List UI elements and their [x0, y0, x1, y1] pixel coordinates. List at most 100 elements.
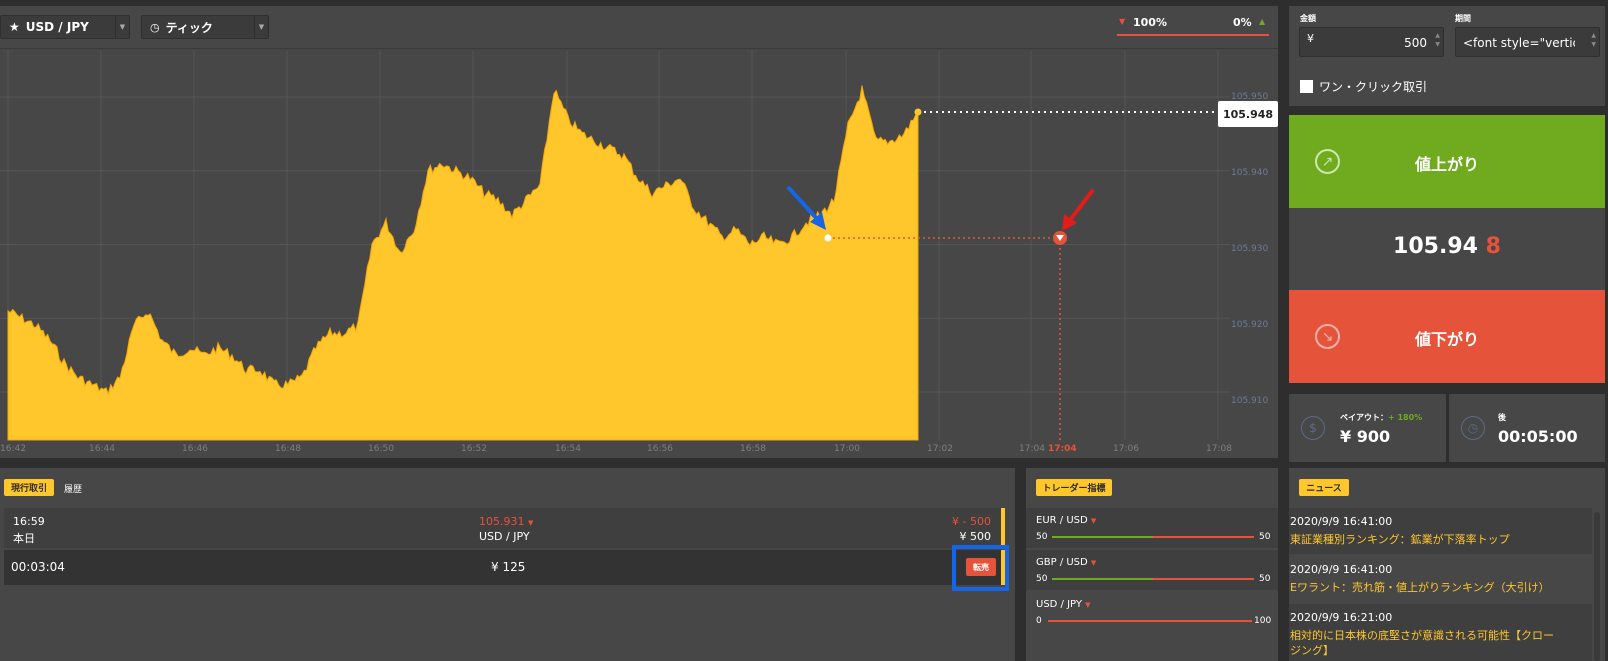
news-headline[interactable]: 相対的に日本株の底堅さが意識される可能性【クロージング】: [1290, 628, 1560, 658]
payout-box: $ ペイアウト：+ 180% ¥ 900: [1289, 394, 1446, 462]
countdown-value: 00:05:00: [1498, 427, 1578, 446]
price-chart: [0, 50, 1230, 441]
up-button[interactable]: ↗ 値上がり: [1289, 115, 1605, 208]
y-tick-label: 105.910: [1231, 396, 1269, 406]
news-scrollbar[interactable]: [1594, 512, 1600, 661]
down-button-label: 値下がり: [1414, 330, 1479, 349]
period-value: <font style="vertic: [1463, 36, 1575, 50]
tab-history[interactable]: 履歴: [64, 482, 82, 495]
trade-pair: USD / JPY: [479, 530, 530, 543]
trade-entry-price: 105.931 ▼: [479, 515, 534, 528]
news-item[interactable]: 2020/9/9 16:41:00 東証業種別ランキング：鉱業が下落率トップ: [1290, 515, 1560, 547]
toolbar-divider: [0, 48, 1278, 49]
news-title: ニュース: [1299, 479, 1349, 496]
price-main: 105.94: [1393, 234, 1478, 259]
indicator-left: 50: [1036, 532, 1048, 542]
y-tick-label: 105.940: [1231, 168, 1269, 178]
chevron-down-icon: ▼: [115, 16, 129, 38]
indicator-row: USD / JPY ▼ 0 100: [1026, 592, 1278, 632]
x-tick-label: 16:56: [647, 444, 673, 454]
indicator-bar-down: [1153, 536, 1254, 538]
entry-dot: [824, 234, 832, 242]
indicators-title: トレーダー指標: [1036, 479, 1112, 496]
period-label: 期間: [1455, 14, 1471, 23]
news-item[interactable]: 2020/9/9 16:21:00 相対的に日本株の底堅さが意識される可能性【ク…: [1290, 611, 1560, 658]
indicator-right: 50: [1259, 574, 1271, 584]
clock-icon: ◷: [150, 20, 160, 34]
up-arrow-icon: ▲: [1259, 17, 1266, 26]
x-tick-label: 16:54: [555, 444, 581, 454]
indicator-bar-down: [1153, 578, 1254, 580]
current-price-dot: [914, 108, 922, 116]
chart-mode-selector[interactable]: ◷ ティック ▼: [141, 15, 269, 39]
amount-input[interactable]: ¥ 500 ▲ ▼: [1299, 27, 1444, 57]
news-date: 2020/9/9 16:21:00: [1290, 611, 1393, 624]
x-tick-label: 16:58: [740, 444, 766, 454]
amount-label: 金額: [1300, 14, 1316, 23]
sentiment-bar: ▼ 100% 0% ▲: [1117, 14, 1269, 36]
x-tick-expiry: 17:04: [1048, 444, 1077, 454]
x-tick-label: 16:48: [275, 444, 301, 454]
stepper-icon[interactable]: ▲ ▼: [1591, 31, 1596, 49]
coin-icon: $: [1301, 416, 1325, 440]
x-tick-label: 16:46: [182, 444, 208, 454]
tab-current-trades[interactable]: 現行取引: [4, 479, 54, 496]
current-price-value: 105.948: [1222, 107, 1274, 121]
indicator-bar-up: [1052, 578, 1153, 580]
x-tick-label: 16:44: [89, 444, 115, 454]
resale-button[interactable]: 転売: [966, 558, 996, 576]
after-label: 後: [1498, 413, 1506, 422]
x-tick-label: 16:50: [368, 444, 394, 454]
news-date: 2020/9/9 16:41:00: [1290, 515, 1393, 528]
indicator-bar-down: [1048, 620, 1252, 622]
indicator-bar-up: [1052, 536, 1153, 538]
down-arrow-icon: ▼: [1119, 17, 1126, 26]
down-button[interactable]: ↘ 値下がり: [1289, 290, 1605, 383]
one-click-label: ワン・クリック取引: [1319, 80, 1428, 94]
trade-row: 16:59 本日 105.931 ▼ USD / JPY ¥ - 500 ¥ 5…: [4, 508, 1005, 548]
amount-value: 500: [1404, 36, 1427, 50]
news-date: 2020/9/9 16:41:00: [1290, 563, 1393, 576]
price-display: 105.94 8: [1289, 234, 1605, 259]
x-tick-label: 17:06: [1113, 444, 1139, 454]
price-area: [7, 85, 919, 441]
one-click-trade-toggle[interactable]: ワン・クリック取引: [1300, 78, 1427, 95]
news-item[interactable]: 2020/9/9 16:41:00 Eワラント：売れ筋・値上がりランキング（大引…: [1290, 563, 1560, 595]
stepper-icon[interactable]: ▲ ▼: [1435, 31, 1440, 49]
current-price-label: 105.948: [1218, 101, 1278, 127]
trade-resale-value: ¥ 125: [491, 560, 526, 574]
indicator-pair: EUR / USD ▼: [1036, 515, 1097, 526]
chevron-down-icon: ▼: [254, 16, 268, 38]
indicator-left: 0: [1036, 616, 1042, 626]
x-tick-label: 17:08: [1206, 444, 1232, 454]
up-percent: 0%: [1233, 16, 1252, 29]
down-percent: 100%: [1133, 16, 1167, 29]
news-headline[interactable]: Eワラント：売れ筋・値上がりランキング（大引け）: [1290, 580, 1560, 595]
up-button-label: 値上がり: [1414, 155, 1479, 174]
price-last-digit: 8: [1485, 234, 1501, 259]
currency-symbol: ¥: [1307, 32, 1314, 45]
trade-remaining: 00:03:04: [11, 560, 65, 574]
news-headline[interactable]: 東証業種別ランキング：鉱業が下落率トップ: [1290, 532, 1560, 547]
pair-selector[interactable]: ★ USD / JPY ▼: [0, 15, 130, 39]
payout-label: ペイアウト：+ 180%: [1340, 413, 1423, 422]
period-select[interactable]: <font style="vertic ▲ ▼: [1455, 27, 1600, 57]
pair-label: USD / JPY: [25, 20, 89, 34]
trade-row-resale: 00:03:04 ¥ 125: [4, 550, 1005, 585]
price-display-panel: 105.94 8: [1289, 208, 1605, 290]
x-tick-label: 16:42: [0, 444, 26, 454]
chart-mode-label: ティック: [165, 20, 213, 35]
one-click-checkbox[interactable]: [1300, 80, 1313, 93]
clock-icon: ◷: [1461, 416, 1485, 440]
x-tick-label: 17:00: [834, 444, 860, 454]
x-tick-label: 17:02: [927, 444, 953, 454]
payout-value: ¥ 900: [1340, 427, 1391, 446]
indicator-pair: USD / JPY ▼: [1036, 599, 1091, 610]
countdown-box: ◷ 後 00:05:00: [1449, 394, 1605, 462]
indicator-row: EUR / USD ▼ 50 50: [1026, 508, 1278, 548]
indicator-row: GBP / USD ▼ 50 50: [1026, 550, 1278, 590]
indicator-pair: GBP / USD ▼: [1036, 557, 1097, 568]
trade-time: 16:59: [13, 515, 45, 528]
y-tick-label: 105.920: [1231, 320, 1269, 330]
x-tick-label: 16:52: [461, 444, 487, 454]
